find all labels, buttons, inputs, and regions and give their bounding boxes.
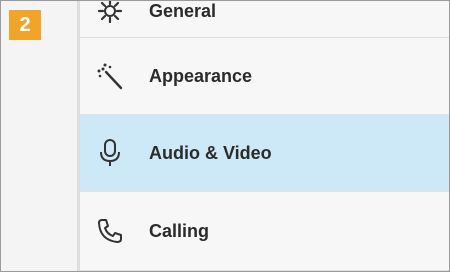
settings-item-audio-video[interactable]: Audio & Video: [80, 115, 449, 192]
screenshot-frame: 2 General Appearance Audio & Video Calli…: [0, 0, 450, 272]
settings-item-general[interactable]: General: [80, 0, 449, 38]
settings-item-appearance[interactable]: Appearance: [80, 38, 449, 115]
settings-menu: General Appearance Audio & Video Calling: [80, 1, 449, 271]
settings-item-label: Calling: [149, 220, 210, 241]
magic-wand-icon: [95, 61, 125, 91]
left-pane: [1, 1, 80, 271]
settings-item-calling[interactable]: Calling: [80, 192, 449, 271]
step-number-badge: 2: [9, 10, 41, 40]
settings-item-label: Audio & Video: [149, 142, 272, 163]
microphone-icon: [95, 138, 125, 168]
settings-item-label: General: [149, 0, 217, 21]
settings-item-label: Appearance: [149, 65, 253, 86]
phone-icon: [95, 216, 125, 246]
gear-icon: [95, 1, 125, 26]
